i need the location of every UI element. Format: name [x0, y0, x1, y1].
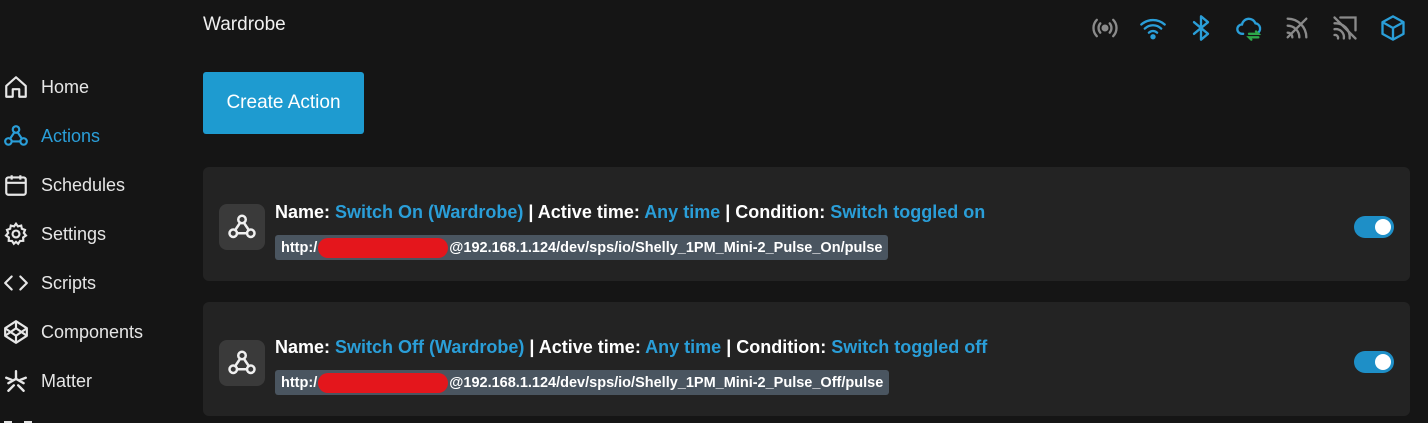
redaction-mark	[318, 237, 449, 258]
name-label: Name:	[275, 202, 331, 222]
url-prefix: http:/	[281, 374, 318, 391]
status-icons-bar	[1088, 12, 1410, 44]
sidebar: Home Actions Schedules Settings Scripts	[0, 0, 190, 423]
sidebar-item-actions[interactable]: Actions	[0, 116, 190, 156]
condition-label: Condition:	[735, 202, 826, 222]
redaction-mark	[318, 372, 449, 393]
action-enabled-toggle[interactable]	[1354, 351, 1394, 373]
sidebar-item-label: Scripts	[41, 272, 97, 293]
action-url: http:/ @192.168.1.124/dev/sps/io/Shelly_1…	[275, 235, 889, 260]
url-suffix: @192.168.1.124/dev/sps/io/Shelly_1PM_Min…	[449, 239, 883, 256]
webhook-icon	[0, 122, 32, 150]
webhook-icon	[219, 340, 265, 386]
home-icon	[0, 73, 32, 101]
code-icon	[0, 269, 32, 297]
sidebar-item-home[interactable]: Home	[0, 67, 190, 107]
sidebar-item-settings[interactable]: Settings	[0, 214, 190, 254]
action-name: Switch Off (Wardrobe)	[335, 337, 525, 357]
mqtt-off-icon[interactable]	[1328, 12, 1362, 44]
create-action-button[interactable]: Create Action	[203, 72, 364, 134]
active-time-label: Active time:	[537, 202, 640, 222]
cube-icon[interactable]	[1376, 12, 1410, 44]
sidebar-item-label: Actions	[41, 125, 101, 146]
sidebar-item-scripts[interactable]: Scripts	[0, 263, 190, 303]
rss-icon[interactable]	[1280, 12, 1314, 44]
action-name: Switch On (Wardrobe)	[335, 202, 524, 222]
name-label: Name:	[275, 337, 331, 357]
sidebar-item-label: Schedules	[41, 174, 126, 195]
calendar-icon	[0, 171, 32, 199]
sidebar-item-label: Components	[41, 321, 144, 342]
sidebar-item-partial-icon	[4, 416, 34, 423]
sidebar-item-label: Home	[41, 76, 90, 97]
url-suffix: @192.168.1.124/dev/sps/io/Shelly_1PM_Min…	[449, 374, 884, 391]
bluetooth-icon[interactable]	[1184, 12, 1218, 44]
app-window: Home Actions Schedules Settings Scripts	[0, 0, 1428, 423]
action-active-time: Any time	[644, 202, 721, 222]
wifi-icon[interactable]	[1136, 12, 1170, 44]
page-title: Wardrobe	[203, 14, 286, 35]
action-summary: Name: Switch On (Wardrobe) | Active time…	[275, 202, 985, 223]
action-enabled-toggle[interactable]	[1354, 216, 1394, 238]
codepen-icon	[0, 318, 32, 346]
separator: |	[726, 337, 732, 357]
action-condition: Switch toggled on	[830, 202, 986, 222]
separator: |	[725, 202, 731, 222]
radio-icon[interactable]	[1088, 12, 1122, 44]
gear-icon	[0, 220, 32, 248]
action-url: http:/ @192.168.1.124/dev/sps/io/Shelly_1…	[275, 370, 890, 395]
sidebar-item-components[interactable]: Components	[0, 312, 190, 352]
matter-icon	[0, 367, 32, 395]
url-prefix: http:/	[281, 239, 318, 256]
sidebar-item-label: Settings	[41, 223, 107, 244]
active-time-label: Active time:	[538, 337, 641, 357]
action-card[interactable]: Name: Switch Off (Wardrobe) | Active tim…	[203, 302, 1410, 416]
action-card[interactable]: Name: Switch On (Wardrobe) | Active time…	[203, 167, 1410, 281]
separator: |	[528, 202, 534, 222]
sidebar-item-matter[interactable]: Matter	[0, 361, 190, 401]
webhook-icon	[219, 204, 265, 250]
sidebar-item-label: Matter	[41, 370, 93, 391]
action-summary: Name: Switch Off (Wardrobe) | Active tim…	[275, 337, 987, 358]
separator: |	[529, 337, 535, 357]
cloud-sync-icon[interactable]	[1232, 12, 1266, 44]
sidebar-item-schedules[interactable]: Schedules	[0, 165, 190, 205]
action-condition: Switch toggled off	[831, 337, 988, 357]
action-active-time: Any time	[645, 337, 722, 357]
condition-label: Condition:	[736, 337, 827, 357]
